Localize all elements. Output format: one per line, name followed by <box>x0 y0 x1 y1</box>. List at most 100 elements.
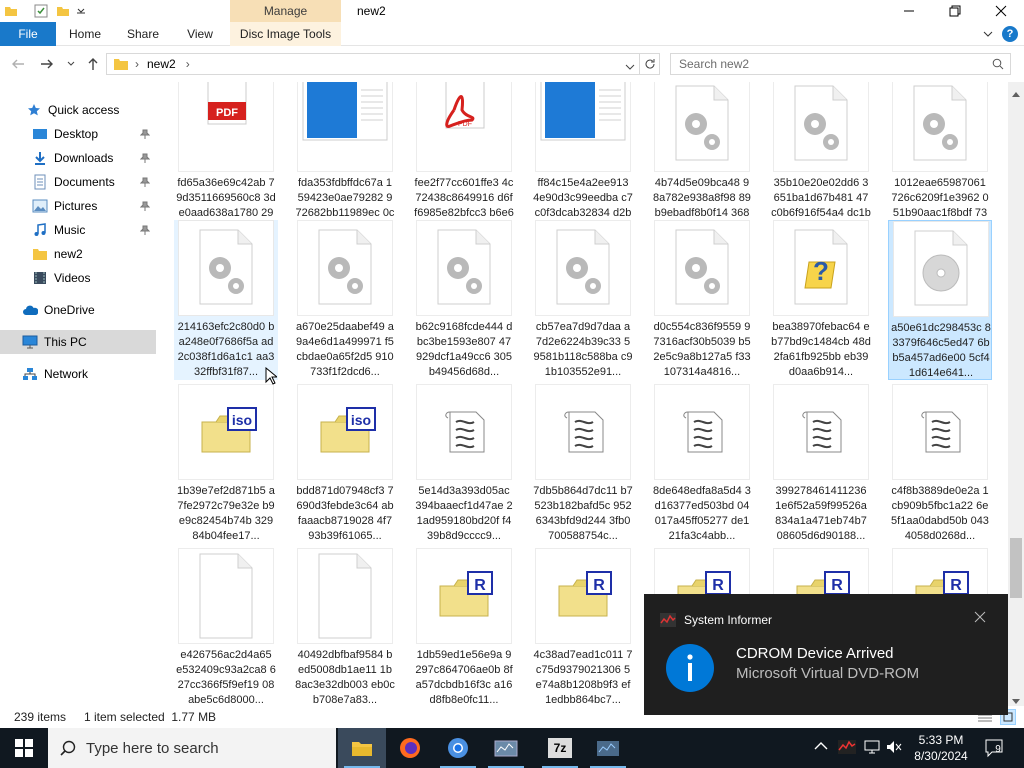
scroll-up-arrow[interactable] <box>1012 86 1020 100</box>
file-name: 5e14d3a393d05ac 394baaecf1d47ae 21ad9591… <box>415 485 513 542</box>
file-item[interactable]: iso 1b39e7ef2d871b5 a7fe2972c79e32e b9e9c… <box>174 384 278 544</box>
pdf-file-icon: PDF <box>178 82 274 172</box>
r-file-icon: R <box>535 548 631 644</box>
file-name: 214163efc2c80d0 ba248e0f7686f5a ad2c038f… <box>177 321 275 378</box>
taskbar-file-explorer[interactable] <box>338 728 386 768</box>
file-item[interactable]: 399278461411236 1e6f52a59f99526a 834a1a4… <box>769 384 873 544</box>
notification-count-badge: 9 <box>995 744 1001 755</box>
notification-center-button[interactable]: 9 <box>984 738 1004 761</box>
sidebar-item-pictures[interactable]: Pictures <box>0 194 156 218</box>
tab-home[interactable]: Home <box>60 22 110 46</box>
file-item[interactable]: 4b74d5e09bca48 98a782e938a8f98 89b9ebadf… <box>650 82 754 236</box>
expand-ribbon-button[interactable] <box>982 28 994 43</box>
show-hidden-icons-button[interactable] <box>814 740 828 754</box>
forward-button[interactable] <box>38 55 56 73</box>
file-item[interactable]: ff84c15e4a2ee913 4e90d3c99eedba c7c0f3dc… <box>531 82 635 236</box>
tab-view[interactable]: View <box>176 22 224 46</box>
clock[interactable]: 5:33 PM 8/30/2024 <box>908 732 974 764</box>
svg-text:R: R <box>712 577 724 594</box>
file-item[interactable]: PDF fd65a36e69c42ab 79d3511669560c8 3de0a… <box>174 82 278 236</box>
window-title: new2 <box>357 4 386 18</box>
file-item[interactable]: R 4c38ad7ead1c011 7c75d9379021306 5e74a8b… <box>531 548 635 706</box>
iso-file-icon: iso <box>297 384 393 480</box>
taskbar-app-monitor[interactable] <box>482 728 530 768</box>
file-item[interactable]: 5e14d3a393d05ac 394baaecf1d47ae 21ad9591… <box>412 384 516 544</box>
taskbar-system-informer[interactable] <box>584 728 632 768</box>
address-bar[interactable]: › new2 › <box>106 53 640 75</box>
file-item[interactable]: iso bdd871d07948cf3 7690d3febde3c64 abfaa… <box>293 384 397 544</box>
close-button[interactable] <box>978 0 1024 22</box>
file-item[interactable]: b62c9168fcde444 dbc3be1593e807 47929dcf1… <box>412 220 516 380</box>
file-item[interactable]: 214163efc2c80d0 ba248e0f7686f5a ad2c038f… <box>174 220 278 380</box>
recent-locations-button[interactable] <box>64 55 78 73</box>
file-item[interactable]: e426756ac2d4a65 e532409c93a2ca8 627cc366… <box>174 548 278 706</box>
selection-info: 1 item selected 1.77 MB <box>84 710 217 724</box>
sidebar-item-videos[interactable]: Videos <box>0 266 156 290</box>
network-tray-icon[interactable] <box>864 740 880 757</box>
tab-file[interactable]: File <box>0 22 56 46</box>
up-button[interactable] <box>84 55 102 73</box>
music-icon <box>32 222 48 238</box>
file-item[interactable]: 7db5b864d7dc11 b7523b182bafd5c 9526343bf… <box>531 384 635 544</box>
star-icon <box>26 102 42 118</box>
file-item[interactable]: 35b10e20e02dd6 3651ba1d67b481 47c0b6f916… <box>769 82 873 236</box>
sidebar-item-network[interactable]: Network <box>0 362 156 386</box>
sidebar-item-documents[interactable]: Documents <box>0 170 156 194</box>
maximize-button[interactable] <box>932 0 978 22</box>
back-button[interactable] <box>9 55 27 73</box>
document-thumbnail-icon <box>297 82 393 172</box>
taskbar-chrome[interactable] <box>434 728 482 768</box>
minimize-icon <box>904 10 914 12</box>
file-item[interactable]: a50e61dc298453c 83379f646c5ed47 6bb5a457… <box>888 220 992 380</box>
file-item[interactable]: c4f8b3889de0e2a 1cb909b5fbc1a22 6e5f1aa0… <box>888 384 992 544</box>
taskbar-7zip[interactable]: 7z <box>536 728 584 768</box>
address-history-dropdown[interactable] <box>625 60 635 74</box>
system-monitor-icon <box>494 740 518 757</box>
file-name: 4c38ad7ead1c011 7c75d9379021306 5e74a8b1… <box>533 649 633 706</box>
volume-muted-icon[interactable] <box>886 740 902 757</box>
properties-icon[interactable] <box>34 4 48 18</box>
start-button[interactable] <box>0 728 48 768</box>
file-item[interactable]: R 1db59ed1e56e9a 9297c864706ae0b 8fa57dcb… <box>412 548 516 706</box>
browser-icon <box>448 738 468 758</box>
sidebar-item-new2[interactable]: new2 <box>0 242 156 266</box>
refresh-button[interactable] <box>640 53 660 75</box>
sidebar-item-music[interactable]: Music <box>0 218 156 242</box>
notification-toast[interactable]: System Informer CDROM Device Arrived Mic… <box>644 594 1008 715</box>
file-item[interactable]: 1012eae65987061 726c6209f1e3962 051b90aa… <box>888 82 992 236</box>
script-file-icon <box>654 384 750 480</box>
taskbar-firefox[interactable] <box>386 728 434 768</box>
file-item[interactable]: cb57ea7d9d7daa a7d2e6224b39c33 59581b118… <box>531 220 635 380</box>
tray-system-informer-icon[interactable] <box>838 740 856 757</box>
vertical-scrollbar[interactable] <box>1008 82 1024 706</box>
file-item[interactable]: ? bea38970febac64 eb77bd9c1484cb 48d2fa61… <box>769 220 873 380</box>
manage-context-header: Manage <box>230 0 341 22</box>
sidebar-item-desktop[interactable]: Desktop <box>0 122 156 146</box>
file-name: 8de648edfa8a5d4 3d16377ed503bd 04017a45f… <box>653 485 751 542</box>
tab-share[interactable]: Share <box>118 22 168 46</box>
notification-close-button[interactable] <box>974 611 986 626</box>
file-item[interactable]: d0c554c836f9559 97316acf30b5039 b52e5c9a… <box>650 220 754 380</box>
taskbar-search-box[interactable]: Type here to search <box>48 728 336 768</box>
new-folder-icon[interactable] <box>56 4 70 18</box>
minimize-button[interactable] <box>886 0 932 22</box>
pin-icon <box>139 152 151 163</box>
title-bar: Manage new2 <box>0 0 1024 22</box>
sidebar-item-label: Quick access <box>48 103 120 117</box>
sidebar-item-this-pc[interactable]: This PC <box>0 330 156 354</box>
sidebar-item-downloads[interactable]: Downloads <box>0 146 156 170</box>
tab-disc-image-tools[interactable]: Disc Image Tools <box>230 22 341 46</box>
scrollbar-thumb[interactable] <box>1010 538 1022 598</box>
customize-qat-icon[interactable] <box>76 4 90 18</box>
notification-title: CDROM Device Arrived <box>736 645 894 662</box>
file-item[interactable]: 8de648edfa8a5d4 3d16377ed503bd 04017a45f… <box>650 384 754 544</box>
sidebar-item-onedrive[interactable]: OneDrive <box>0 298 156 322</box>
breadcrumb-new2[interactable]: new2 <box>147 57 176 71</box>
help-icon[interactable]: ? <box>1002 26 1018 42</box>
search-input[interactable]: Search new2 <box>670 53 1011 75</box>
file-item[interactable]: PDF fee2f77cc601ffe3 4c72438c8649916 d6ff… <box>412 82 516 236</box>
sidebar-item-quick-access[interactable]: Quick access <box>0 98 156 122</box>
file-item[interactable]: a670e25daabef49 a9a4e6d1a499971 f5cbdae0… <box>293 220 397 380</box>
file-item[interactable]: 40492dbfbaf9584 bed5008db1ae11 1b8ac3e32… <box>293 548 397 706</box>
file-item[interactable]: fda353fdbffdc67a 159423e0ae79282 972682b… <box>293 82 397 236</box>
